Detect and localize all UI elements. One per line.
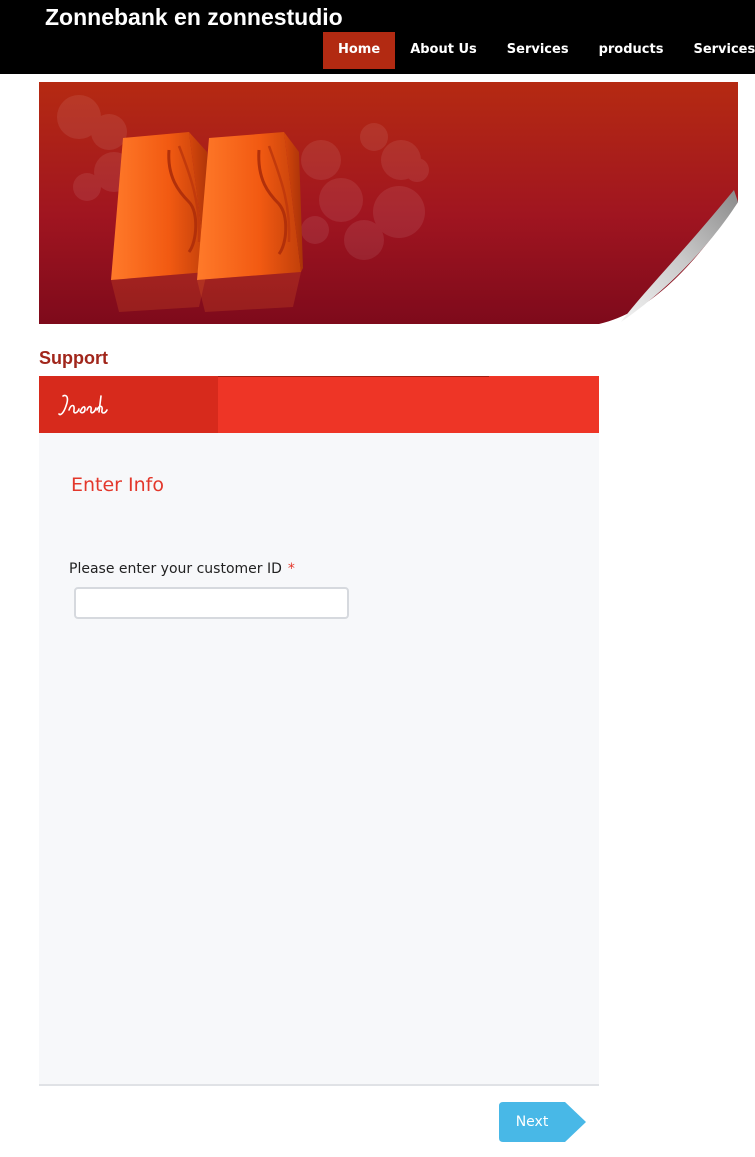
- customer-id-label: Please enter your customer ID *: [69, 561, 295, 577]
- form-footer-divider: [39, 1084, 599, 1086]
- next-button-label: Next: [515, 1114, 549, 1130]
- customer-id-input[interactable]: [74, 587, 349, 619]
- nav-item-products[interactable]: products: [584, 32, 679, 69]
- site-header: Zonnebank en zonnestudio Home About Us S…: [0, 0, 755, 74]
- nav-item-services[interactable]: Services: [492, 32, 584, 69]
- nav-item-services-2[interactable]: Services: [678, 32, 755, 69]
- form-panel: [39, 433, 599, 1084]
- nav-item-home[interactable]: Home: [323, 32, 396, 69]
- nav-item-about-us[interactable]: About Us: [395, 32, 492, 69]
- shopping-bags-banner-image: [39, 82, 738, 324]
- form-header: [39, 376, 599, 433]
- section-title: Support: [39, 348, 108, 368]
- form-heading: Enter Info: [71, 474, 164, 496]
- site-title: Zonnebank en zonnestudio: [45, 4, 343, 30]
- main-nav: Home About Us Services products Services: [323, 32, 755, 69]
- next-button[interactable]: Next: [499, 1102, 586, 1142]
- hero-banner: [39, 82, 738, 324]
- required-asterisk: *: [287, 561, 295, 577]
- jasada-logo-icon: [58, 394, 108, 416]
- customer-id-label-text: Please enter your customer ID: [69, 561, 282, 577]
- header-divider: [218, 376, 489, 377]
